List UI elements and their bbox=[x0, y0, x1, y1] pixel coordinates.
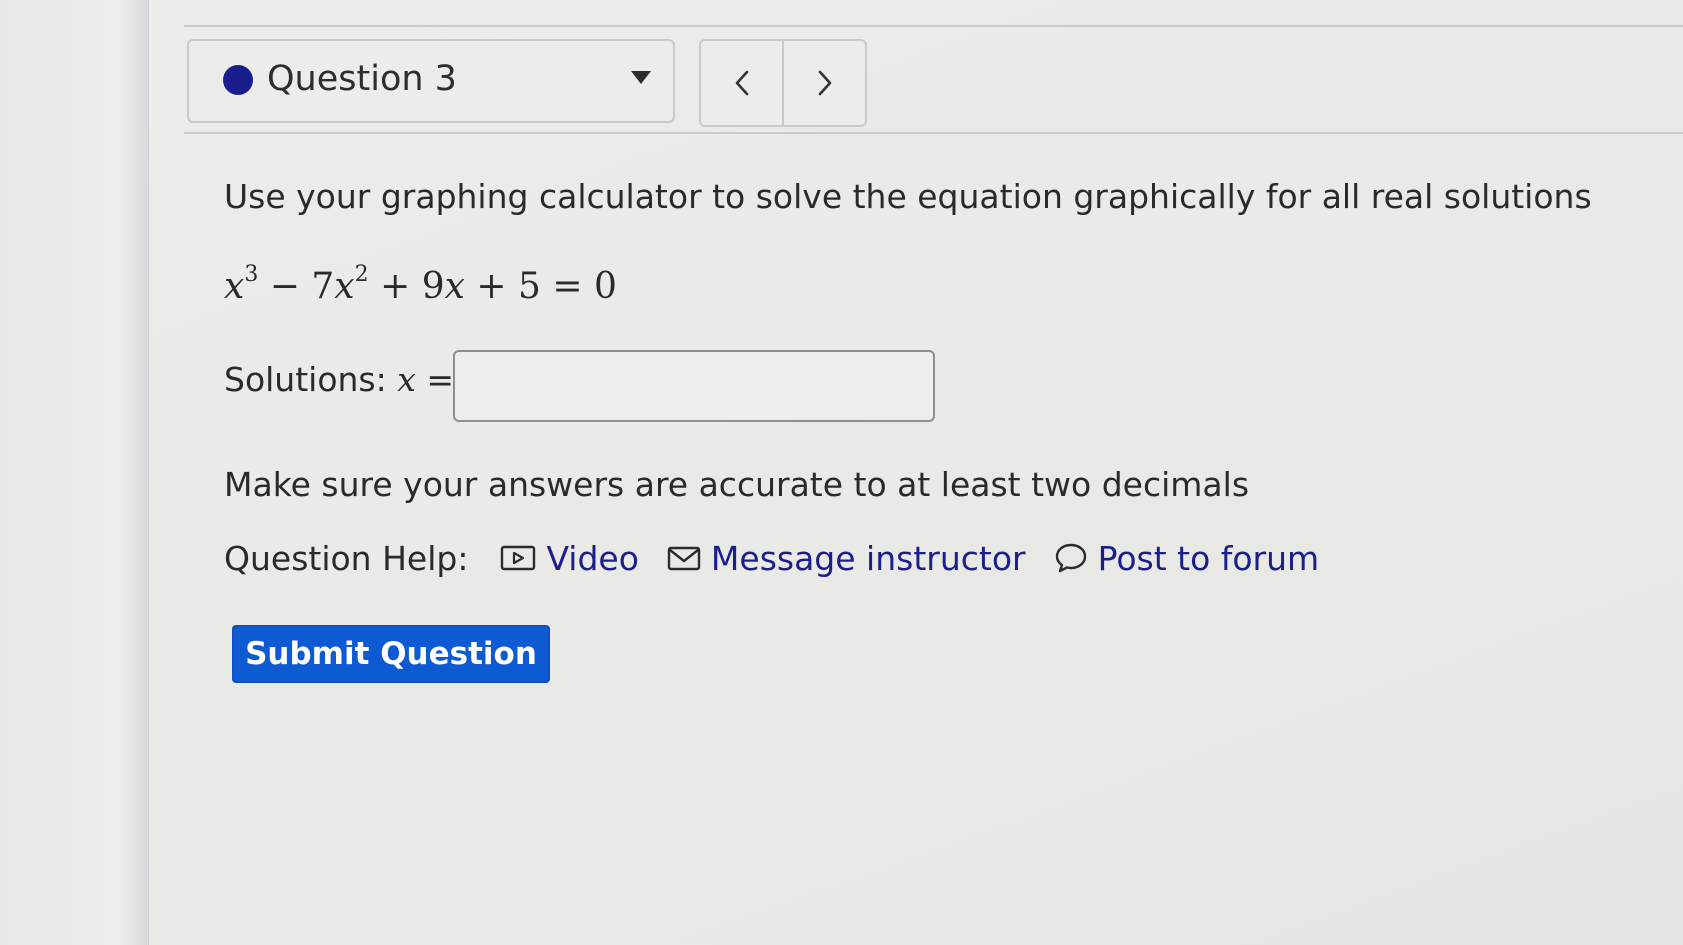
question-prompt: Use your graphing calculator to solve th… bbox=[224, 177, 1592, 216]
accuracy-note: Make sure your answers are accurate to a… bbox=[224, 465, 1250, 504]
eq-term1-exponent: 3 bbox=[244, 262, 259, 287]
solutions-label: Solutions: bbox=[224, 360, 387, 399]
message-instructor-label: Message instructor bbox=[710, 538, 1026, 578]
solutions-equals: = bbox=[426, 360, 455, 399]
eq-rhs: 0 bbox=[593, 266, 617, 307]
video-link-label: Video bbox=[546, 538, 639, 578]
question-help-row: Question Help: Video Message instructor … bbox=[224, 536, 1347, 580]
top-divider bbox=[184, 25, 1683, 27]
solutions-label-row: Solutions: x = bbox=[224, 358, 454, 402]
post-to-forum-link[interactable]: Post to forum bbox=[1054, 538, 1320, 578]
eq-operator-2: + bbox=[380, 266, 411, 307]
post-to-forum-label: Post to forum bbox=[1097, 538, 1320, 578]
eq-term2-base: x bbox=[334, 266, 355, 307]
equation: x3 − 7x2 + 9x + 5 = 0 bbox=[224, 262, 617, 312]
video-help-link[interactable]: Video bbox=[500, 538, 639, 578]
solutions-variable: x bbox=[397, 360, 416, 399]
left-panel bbox=[0, 0, 149, 945]
bottom-divider bbox=[184, 132, 1683, 134]
eq-term3-coefficient: 9 bbox=[421, 266, 445, 307]
eq-term2-coefficient: 7 bbox=[311, 266, 335, 307]
chevron-left-icon bbox=[735, 70, 748, 96]
eq-operator-3: + bbox=[476, 266, 507, 307]
submit-question-button[interactable]: Submit Question bbox=[232, 625, 550, 683]
eq-term1-base: x bbox=[224, 266, 245, 307]
speech-bubble-icon bbox=[1055, 543, 1086, 573]
question-help-label: Question Help: bbox=[224, 538, 469, 578]
question-content-area: Question 3 Use your graphing calculator … bbox=[149, 0, 1683, 945]
eq-equals: = bbox=[552, 266, 583, 307]
eq-constant: 5 bbox=[517, 266, 541, 307]
eq-term2-exponent: 2 bbox=[354, 262, 369, 287]
question-selector-label: Question 3 bbox=[267, 59, 457, 99]
eq-term3-base: x bbox=[444, 266, 465, 307]
question-selector-dropdown[interactable]: Question 3 bbox=[187, 39, 675, 123]
next-question-button[interactable] bbox=[782, 41, 865, 125]
question-navigation bbox=[699, 39, 867, 127]
video-play-icon bbox=[501, 545, 536, 571]
eq-operator-1: − bbox=[269, 266, 300, 307]
caret-down-icon bbox=[631, 71, 651, 84]
question-status-dot-icon bbox=[223, 65, 253, 95]
chevron-right-icon bbox=[818, 70, 831, 96]
envelope-icon bbox=[667, 546, 701, 571]
previous-question-button[interactable] bbox=[701, 41, 782, 125]
solutions-input[interactable] bbox=[453, 350, 935, 422]
message-instructor-link[interactable]: Message instructor bbox=[667, 539, 1026, 578]
